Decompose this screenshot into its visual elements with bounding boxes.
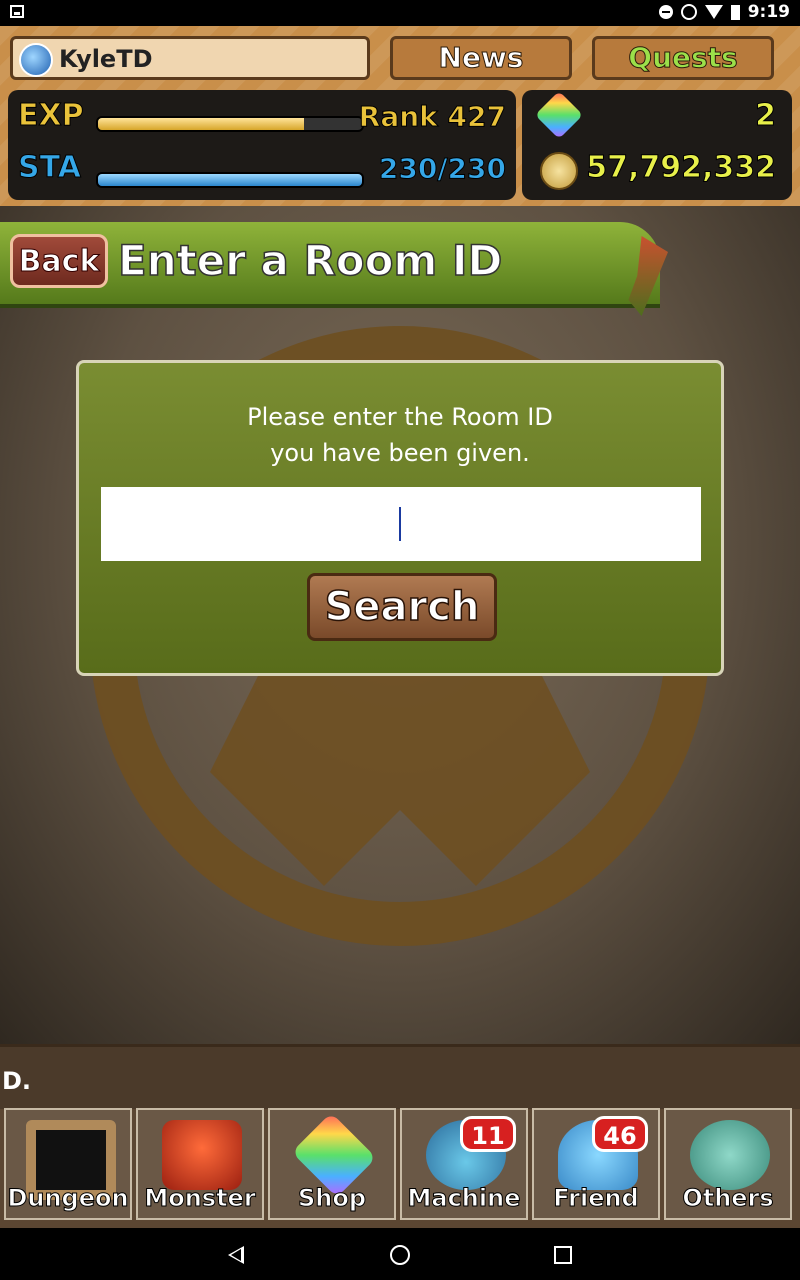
status-bar: 9:19 [0,0,800,26]
coin-count: 57,792,332 [586,150,777,186]
player-header: KyleTD News Quests EXP Rank 427 STA 230/… [0,26,800,206]
friend-badge: 46 [592,1116,648,1152]
nav-label: Shop [297,1184,367,1213]
gallery-icon [10,5,24,18]
stamina-bar-fill [98,174,362,186]
sta-label: STA [18,150,82,186]
nav-monster-button[interactable]: Monster [136,1108,264,1220]
nav-shop-button[interactable]: Shop [268,1108,396,1220]
status-icons: 9:19 [658,2,790,22]
back-button[interactable]: Back [10,234,108,288]
exp-bar-fill [98,118,304,130]
do-not-disturb-icon [658,5,673,19]
room-id-prompt: Please enter the Room ID you have been g… [79,399,721,471]
attribute-orb-icon [19,43,53,77]
currency-panel: 2 57,792,332 [522,90,792,200]
nav-label: Others [682,1184,774,1213]
stats-panel: EXP Rank 427 STA 230/230 [8,90,516,200]
room-id-input[interactable] [101,487,701,561]
main-area: Back Enter a Room ID Please enter the Ro… [0,206,800,1044]
question-mark-icon [690,1120,770,1190]
back-triangle-icon[interactable] [228,1246,244,1264]
nav-label: Monster [144,1184,256,1213]
nav-dungeon-button[interactable]: Dungeon [4,1108,132,1220]
home-circle-icon[interactable] [390,1245,410,1265]
coin-icon [540,152,578,190]
nav-others-button[interactable]: Others [664,1108,792,1220]
text-caret [399,507,401,541]
nav-label: Dungeon [7,1184,129,1213]
player-name: KyleTD [59,45,153,73]
exp-bar [96,116,364,132]
page-title: Enter a Room ID [117,235,503,286]
magic-stone-count: 2 [755,98,777,134]
machine-badge: 11 [460,1116,516,1152]
title-bar: Back Enter a Room ID [0,222,668,316]
wifi-icon [704,5,723,19]
quests-button[interactable]: Quests [592,36,774,80]
player-name-box[interactable]: KyleTD [10,36,370,80]
prompt-line-1: Please enter the Room ID [247,403,553,431]
nav-label: Machine [407,1184,521,1213]
stamina-bar [96,172,364,188]
bottom-panel: D. Dungeon Monster Shop 11 Machine 46 Fr… [0,1044,800,1228]
exp-label: EXP [18,98,85,134]
nav-label: Friend [553,1184,639,1213]
dragon-wing-icon [628,236,668,316]
prompt-line-2: you have been given. [270,439,530,467]
battery-icon [730,4,740,20]
nav-friend-button[interactable]: 46 Friend [532,1108,660,1220]
news-ticker: D. [0,1044,800,1109]
nav-machine-button[interactable]: 11 Machine [400,1108,528,1220]
dragon-icon [162,1120,242,1190]
alarm-icon [680,4,697,20]
news-button[interactable]: News [390,36,572,80]
ticker-text: D. [2,1067,32,1095]
recents-square-icon[interactable] [554,1246,572,1264]
status-time: 9:19 [747,2,790,22]
main-nav: Dungeon Monster Shop 11 Machine 46 Frien… [4,1108,796,1220]
room-id-dialog: Please enter the Room ID you have been g… [76,360,724,676]
magic-stone-icon [534,90,584,140]
search-button[interactable]: Search [307,573,497,641]
rank-text: Rank 427 [358,100,506,134]
system-nav-bar [0,1228,800,1280]
stamina-text: 230/230 [378,152,506,186]
